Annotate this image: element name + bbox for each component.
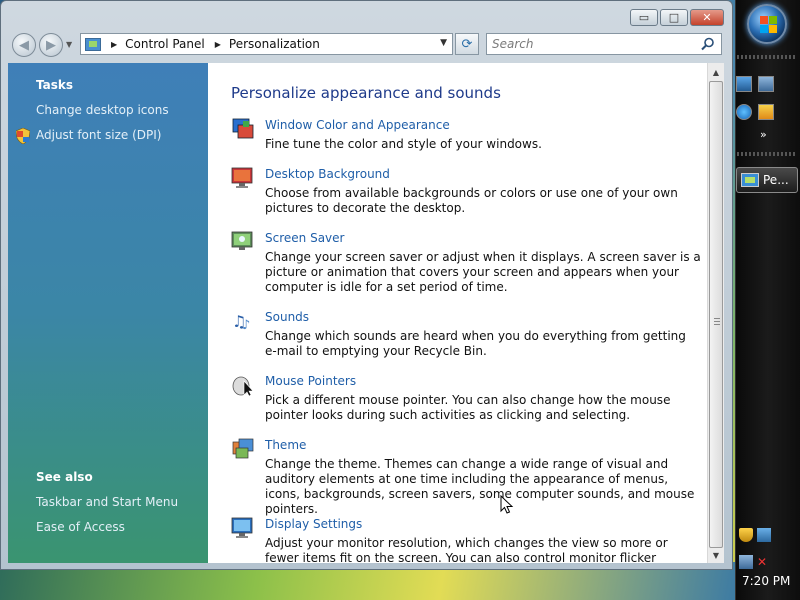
- forward-arrow-icon: ▶: [46, 37, 56, 53]
- link-window-color-and-appearance[interactable]: Window Color and Appearance: [265, 118, 450, 132]
- item-description: Change your screen saver or adjust when …: [265, 250, 701, 294]
- task-pane: Tasks Change desktop icons Adjust font s…: [8, 63, 208, 563]
- content-pane: Personalize appearance and sounds Window…: [208, 63, 707, 563]
- breadcrumb-personalization[interactable]: Personalization: [229, 37, 320, 51]
- see-also-heading: See also: [36, 470, 93, 484]
- task-link-change-desktop-icons[interactable]: Change desktop icons: [36, 103, 169, 117]
- toolbar-grip[interactable]: [737, 152, 797, 156]
- scroll-up-icon[interactable]: ▲: [708, 64, 724, 80]
- taskbar-button-personalization[interactable]: Pe...: [736, 167, 798, 193]
- recent-pages-dropdown[interactable]: ▼: [66, 40, 72, 49]
- item-description: Pick a different mouse pointer. You can …: [265, 393, 671, 422]
- link-theme[interactable]: Theme: [265, 438, 306, 452]
- control-panel-icon: [85, 37, 101, 51]
- window-caption-buttons: ▭ □ ✕: [630, 9, 724, 26]
- tasks-heading: Tasks: [36, 78, 74, 92]
- back-button[interactable]: ◀: [12, 33, 36, 57]
- see-also-taskbar-start-menu[interactable]: Taskbar and Start Menu: [36, 495, 178, 509]
- see-also-ease-of-access[interactable]: Ease of Access: [36, 520, 125, 534]
- display-settings-icon[interactable]: [231, 516, 255, 540]
- link-screen-saver[interactable]: Screen Saver: [265, 231, 344, 245]
- task-link-adjust-font-size[interactable]: Adjust font size (DPI): [36, 128, 161, 142]
- search-input[interactable]: Search: [486, 33, 722, 55]
- clock[interactable]: 7:20 PM: [742, 574, 790, 588]
- refresh-icon: ⟳: [461, 36, 473, 52]
- address-dropdown-icon[interactable]: ▼: [440, 38, 447, 48]
- network-status-icon[interactable]: [739, 555, 753, 569]
- taskbar-button-label: Pe...: [763, 173, 789, 187]
- close-button[interactable]: ✕: [690, 9, 724, 26]
- network-icon[interactable]: [757, 528, 771, 542]
- link-sounds[interactable]: Sounds: [265, 310, 309, 324]
- theme-icon[interactable]: [231, 437, 255, 461]
- item-description: Change the theme. Themes can change a wi…: [265, 457, 695, 516]
- windows-logo-icon: [760, 16, 778, 34]
- search-icon[interactable]: [701, 37, 715, 51]
- media-player-icon[interactable]: [758, 104, 774, 120]
- back-arrow-icon: ◀: [19, 37, 29, 53]
- mouse-pointers-icon[interactable]: [231, 373, 255, 397]
- vertical-scrollbar[interactable]: ▲ ▼: [707, 63, 724, 563]
- maximize-button[interactable]: □: [660, 9, 688, 26]
- internet-explorer-icon[interactable]: [736, 104, 752, 120]
- breadcrumb-control-panel[interactable]: Control Panel: [125, 37, 205, 51]
- sounds-icon[interactable]: ♫ ♪: [231, 309, 255, 333]
- screen-saver-icon[interactable]: [231, 230, 255, 254]
- scrollbar-grip-icon: [714, 318, 720, 325]
- scrollbar-thumb[interactable]: [709, 81, 723, 548]
- start-button[interactable]: [747, 4, 787, 44]
- uac-shield-icon: [16, 128, 30, 144]
- item-description: Fine tune the color and style of your wi…: [265, 137, 542, 151]
- item-description: Change which sounds are heard when you d…: [265, 329, 686, 358]
- breadcrumb-arrow-icon[interactable]: ▶: [215, 40, 221, 49]
- security-shield-icon[interactable]: [739, 528, 753, 542]
- desktop-background-icon[interactable]: [231, 166, 255, 190]
- link-desktop-background[interactable]: Desktop Background: [265, 167, 390, 181]
- toolbar-grip[interactable]: [737, 55, 797, 59]
- switch-windows-icon[interactable]: [758, 76, 774, 92]
- mouse-cursor-icon: [500, 495, 514, 514]
- refresh-button[interactable]: ⟳: [455, 33, 479, 55]
- item-description: Adjust your monitor resolution, which ch…: [265, 536, 668, 563]
- minimize-button[interactable]: ▭: [630, 9, 658, 26]
- control-panel-icon: [741, 173, 759, 187]
- search-placeholder: Search: [492, 37, 534, 51]
- link-mouse-pointers[interactable]: Mouse Pointers: [265, 374, 356, 388]
- volume-muted-icon[interactable]: ✕: [757, 555, 771, 569]
- breadcrumb-arrow-icon[interactable]: ▶: [111, 40, 117, 49]
- forward-button[interactable]: ▶: [39, 33, 63, 57]
- show-desktop-icon[interactable]: [736, 76, 752, 92]
- page-title: Personalize appearance and sounds: [231, 84, 501, 102]
- scroll-down-icon[interactable]: ▼: [708, 547, 724, 563]
- item-description: Choose from available backgrounds or col…: [265, 186, 678, 215]
- svg-text:♪: ♪: [242, 318, 250, 333]
- address-bar[interactable]: ▶ Control Panel ▶ Personalization ▼: [80, 33, 453, 55]
- link-display-settings[interactable]: Display Settings: [265, 517, 362, 531]
- chevron-down-icon[interactable]: »: [760, 128, 767, 141]
- window-color-icon[interactable]: [231, 117, 255, 141]
